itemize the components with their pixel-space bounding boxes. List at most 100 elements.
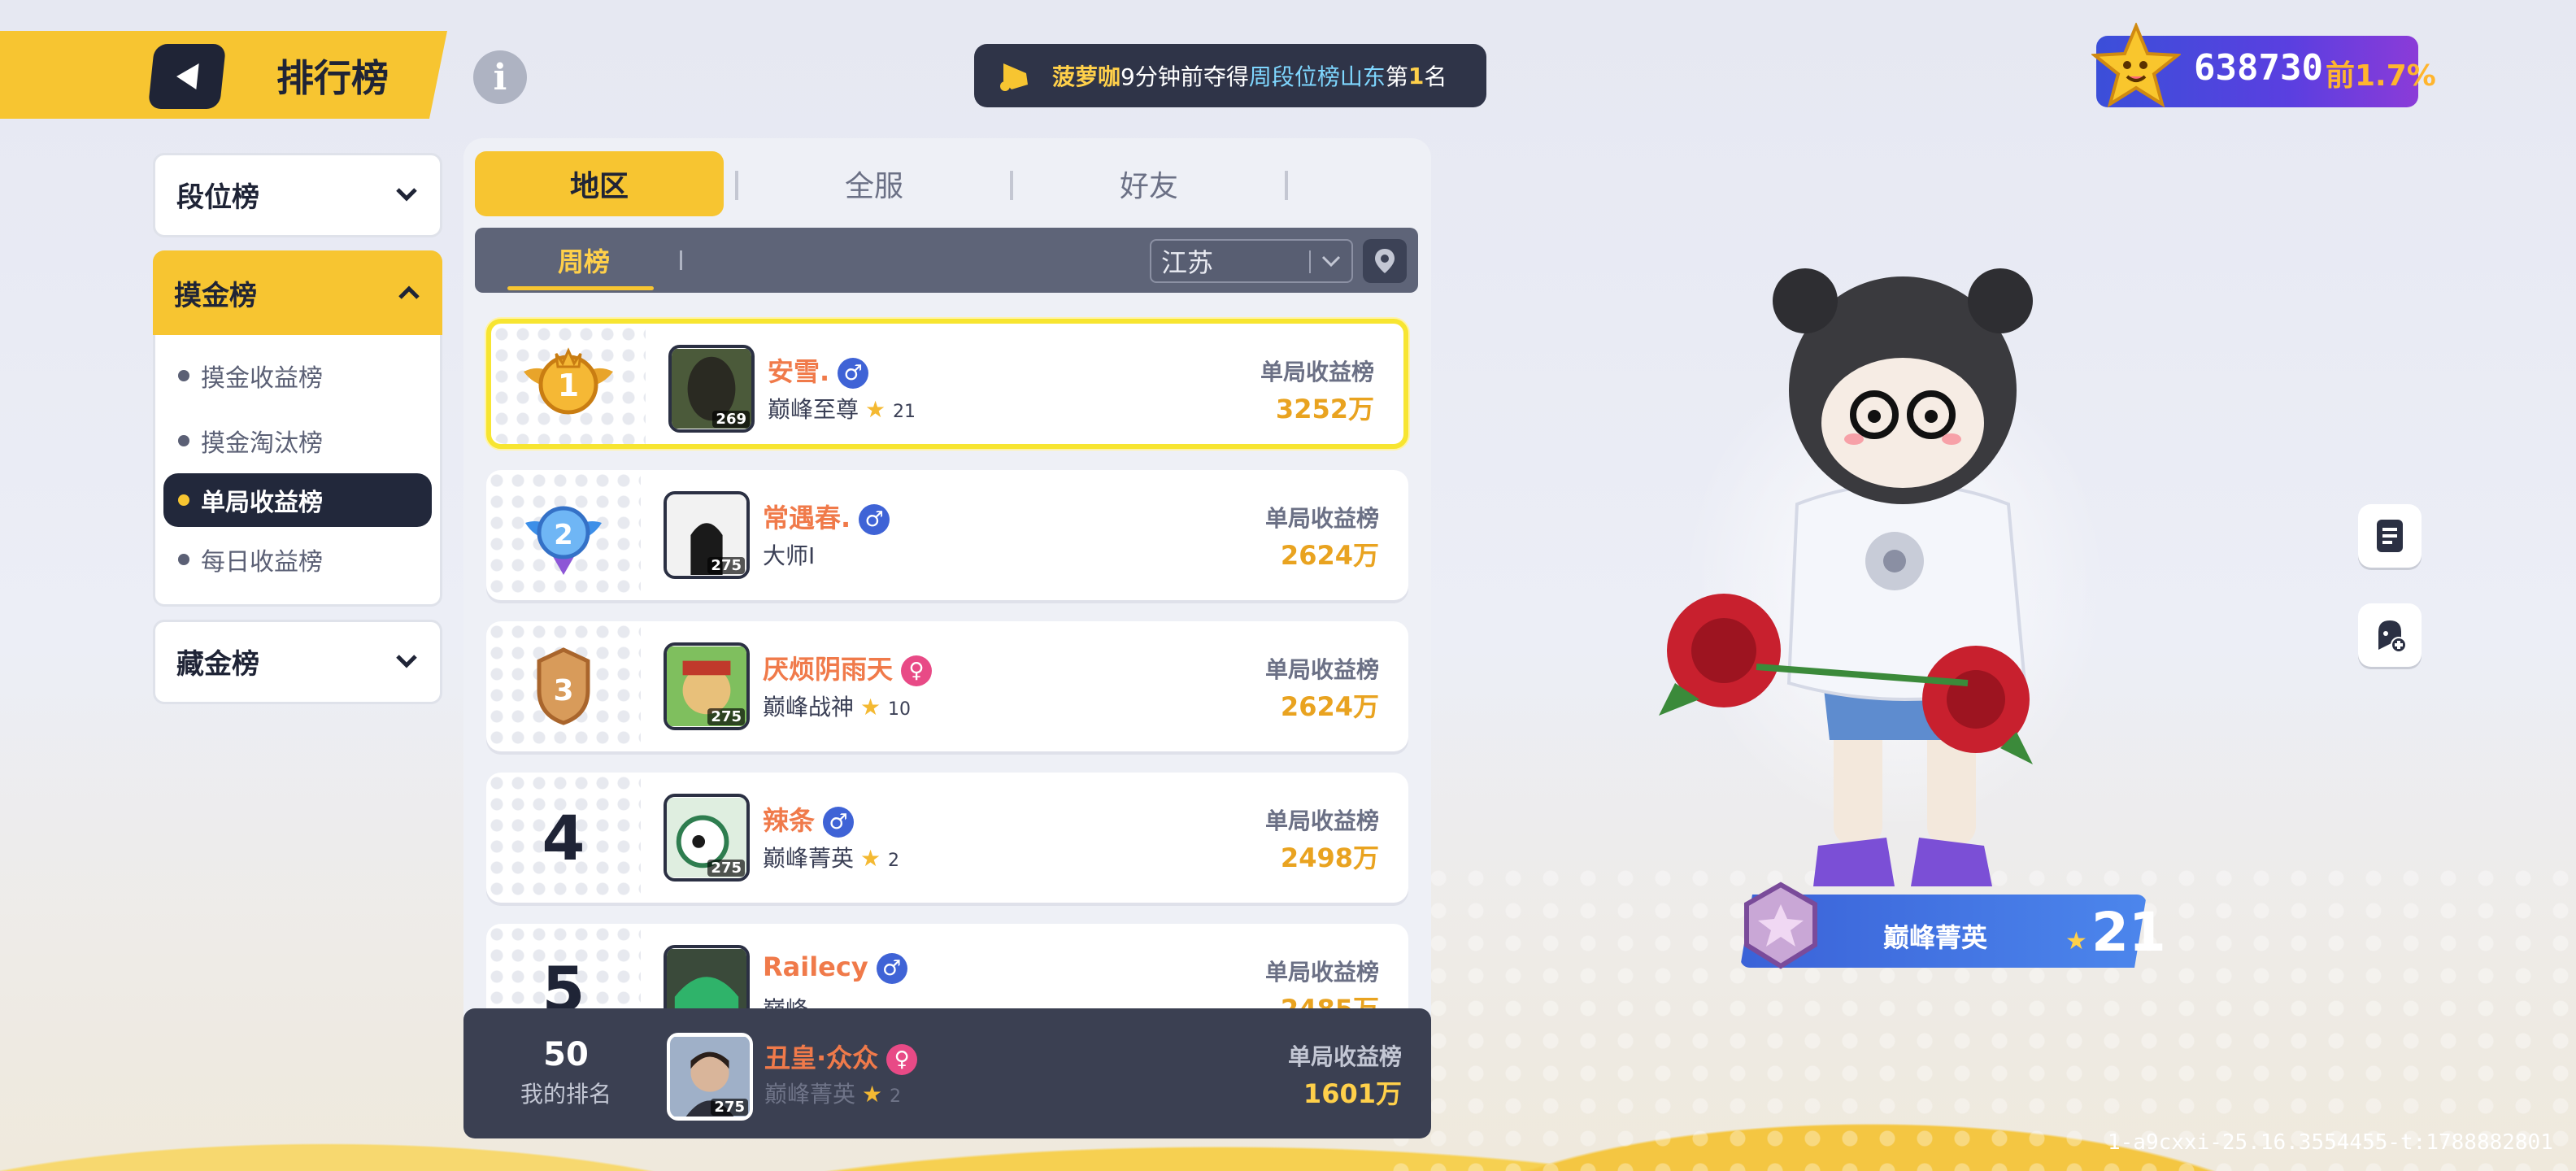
star-icon: ★ — [862, 1081, 883, 1108]
board-label: 单局收益榜 — [1264, 656, 1379, 683]
menu-gold-board[interactable]: 摸金榜 摸金收益榜 摸金淘汰榜 单局收益榜 每日收益榜 — [153, 250, 442, 607]
info-icon[interactable]: i — [473, 50, 527, 104]
gold-medal-icon: 1 — [524, 347, 613, 415]
location-pin-icon — [1375, 249, 1395, 273]
silver-medal-icon: 2 — [525, 506, 602, 575]
player-name-text: 丑皇·众众 — [764, 1043, 879, 1073]
male-icon: ♂ — [823, 807, 855, 838]
table-row[interactable]: 2 275 常遇春. ♂ 大师I 单局收益榜 2624万 — [486, 470, 1408, 600]
location-button[interactable] — [1363, 239, 1407, 283]
income-value: 2624万 — [1280, 691, 1379, 722]
tab-region[interactable]: 地区 — [475, 151, 724, 216]
filter-bar: 周榜 江苏 — [475, 228, 1418, 293]
rank-cell: 1 — [491, 324, 646, 444]
back-button[interactable] — [147, 44, 227, 109]
rank-cell: 3 — [486, 621, 641, 751]
tier-label: 巅峰至尊 — [768, 396, 859, 423]
my-rank-bar[interactable]: 50 我的排名 275 丑皇·众众 ♀ 巅峰菁英 ★ 2 单局收益榜 1601万 — [463, 1008, 1431, 1138]
tier-label: 巅峰战神 — [763, 694, 855, 720]
table-row[interactable]: 4 275 辣条 ♂ 巅峰菁英 ★ 2 单局收益榜 2498万 — [486, 773, 1408, 903]
menu-item-gold-income[interactable]: 摸金收益榜 — [155, 343, 440, 408]
region-tabs: 地区 全服 好友 — [475, 151, 1418, 221]
bullet-dot — [178, 435, 189, 446]
tab-divider — [1010, 171, 1013, 200]
notes-button[interactable] — [2358, 504, 2422, 568]
bullet-dot — [178, 554, 189, 565]
avatar[interactable]: 269 — [668, 345, 755, 433]
character-model[interactable] — [1626, 244, 2155, 911]
income-value: 2498万 — [1280, 842, 1379, 873]
player-name[interactable]: 安雪. ♂ — [768, 351, 869, 389]
player-tier: 大师I — [763, 538, 815, 571]
add-friend-icon — [2378, 620, 2407, 653]
tier-emblem-icon — [1744, 882, 1817, 969]
tier-stars: 2 — [888, 851, 900, 871]
avatar-level: 275 — [707, 860, 745, 877]
menu-item-daily-income[interactable]: 每日收益榜 — [155, 527, 440, 592]
avatar-level: 275 — [711, 1099, 748, 1116]
income-value: 3252万 — [1275, 394, 1374, 424]
rank-cell: 2 — [486, 470, 641, 600]
tab-friends[interactable]: 好友 — [1025, 151, 1273, 216]
player-name[interactable]: Railecy ♂ — [763, 951, 907, 984]
my-rank-label: 我的排名 — [520, 1081, 611, 1108]
player-tier: 巅峰菁英 ★ 2 — [764, 1077, 901, 1109]
player-tier: 巅峰战神 ★ 10 — [763, 690, 911, 722]
document-icon — [2377, 520, 2403, 552]
table-row[interactable]: 1 269 安雪. ♂ 巅峰至尊 ★ 21 单局收益榜 3252万 — [486, 319, 1408, 449]
board-label: 单局收益榜 — [1264, 959, 1379, 986]
notice-text-b: 第 — [1385, 63, 1408, 90]
add-friend-button[interactable] — [2358, 603, 2422, 667]
bullet-dot — [178, 494, 189, 506]
player-tier: 巅峰至尊 ★ 21 — [768, 392, 916, 424]
player-name-text: 厌烦阴雨天 — [763, 654, 894, 685]
tab-all-server[interactable]: 全服 — [750, 151, 999, 216]
avatar-level: 275 — [707, 557, 745, 574]
income-value: 1601万 — [1303, 1078, 1402, 1109]
notice-banner: 菠萝咖 9分钟前夺得 周段位榜 山东 第 1 名 — [974, 44, 1486, 107]
table-row[interactable]: 3 275 厌烦阴雨天 ♀ 巅峰战神 ★ 10 单局收益榜 2624万 — [486, 621, 1408, 751]
rank-cell: 4 — [486, 773, 641, 903]
menu-hidden-board-label: 藏金榜 — [176, 647, 259, 681]
menu-hidden-board[interactable]: 藏金榜 — [153, 620, 442, 704]
player-name-text: 辣条 — [763, 805, 816, 836]
player-name[interactable]: 丑皇·众众 ♀ — [764, 1038, 918, 1075]
tab-divider — [1285, 171, 1288, 200]
chevron-down-icon — [396, 188, 417, 202]
avatar[interactable]: 275 — [664, 794, 750, 882]
score-value: 638730 — [2194, 47, 2323, 89]
player-name[interactable]: 辣条 ♂ — [763, 800, 855, 838]
male-icon: ♂ — [859, 504, 890, 535]
tier-stars: 21 — [893, 402, 916, 422]
male-icon: ♂ — [838, 358, 869, 389]
tab-weekly[interactable]: 周榜 — [511, 228, 657, 293]
avatar[interactable]: 275 — [664, 491, 750, 579]
region-dropdown[interactable]: 江苏 — [1150, 239, 1353, 283]
page-title: 排行榜 — [276, 56, 389, 100]
male-icon: ♂ — [876, 953, 907, 984]
avatar[interactable]: 275 — [667, 1033, 753, 1121]
dropdown-divider — [1309, 250, 1311, 273]
player-name[interactable]: 厌烦阴雨天 ♀ — [763, 649, 933, 686]
menu-item-gold-elimination[interactable]: 摸金淘汰榜 — [155, 408, 440, 473]
chevron-down-icon — [1321, 255, 1341, 268]
menu-rank-board[interactable]: 段位榜 — [153, 153, 442, 237]
rank-number: 4 — [542, 801, 585, 874]
tier-label: 巅峰菁英 — [763, 845, 855, 872]
svg-text:1: 1 — [558, 368, 579, 403]
star-icon: ★ — [860, 694, 881, 720]
avatar-level: 269 — [712, 411, 750, 428]
star-icon: ★ — [865, 396, 886, 423]
board-label: 单局收益榜 — [1264, 808, 1379, 834]
menu-item-single-match-income[interactable]: 单局收益榜 — [163, 473, 432, 527]
board-label: 单局收益榜 — [1260, 359, 1374, 385]
tier-label: 大师I — [763, 542, 816, 569]
bronze-medal-icon: 3 — [537, 647, 590, 725]
svg-text:3: 3 — [553, 674, 573, 707]
income-value: 2624万 — [1280, 540, 1379, 571]
player-name-text: 安雪. — [768, 356, 830, 387]
menu-item-label: 摸金淘汰榜 — [201, 429, 323, 458]
player-name[interactable]: 常遇春. ♂ — [763, 498, 890, 535]
avatar[interactable]: 275 — [664, 642, 750, 730]
chevron-up-icon — [398, 285, 420, 299]
